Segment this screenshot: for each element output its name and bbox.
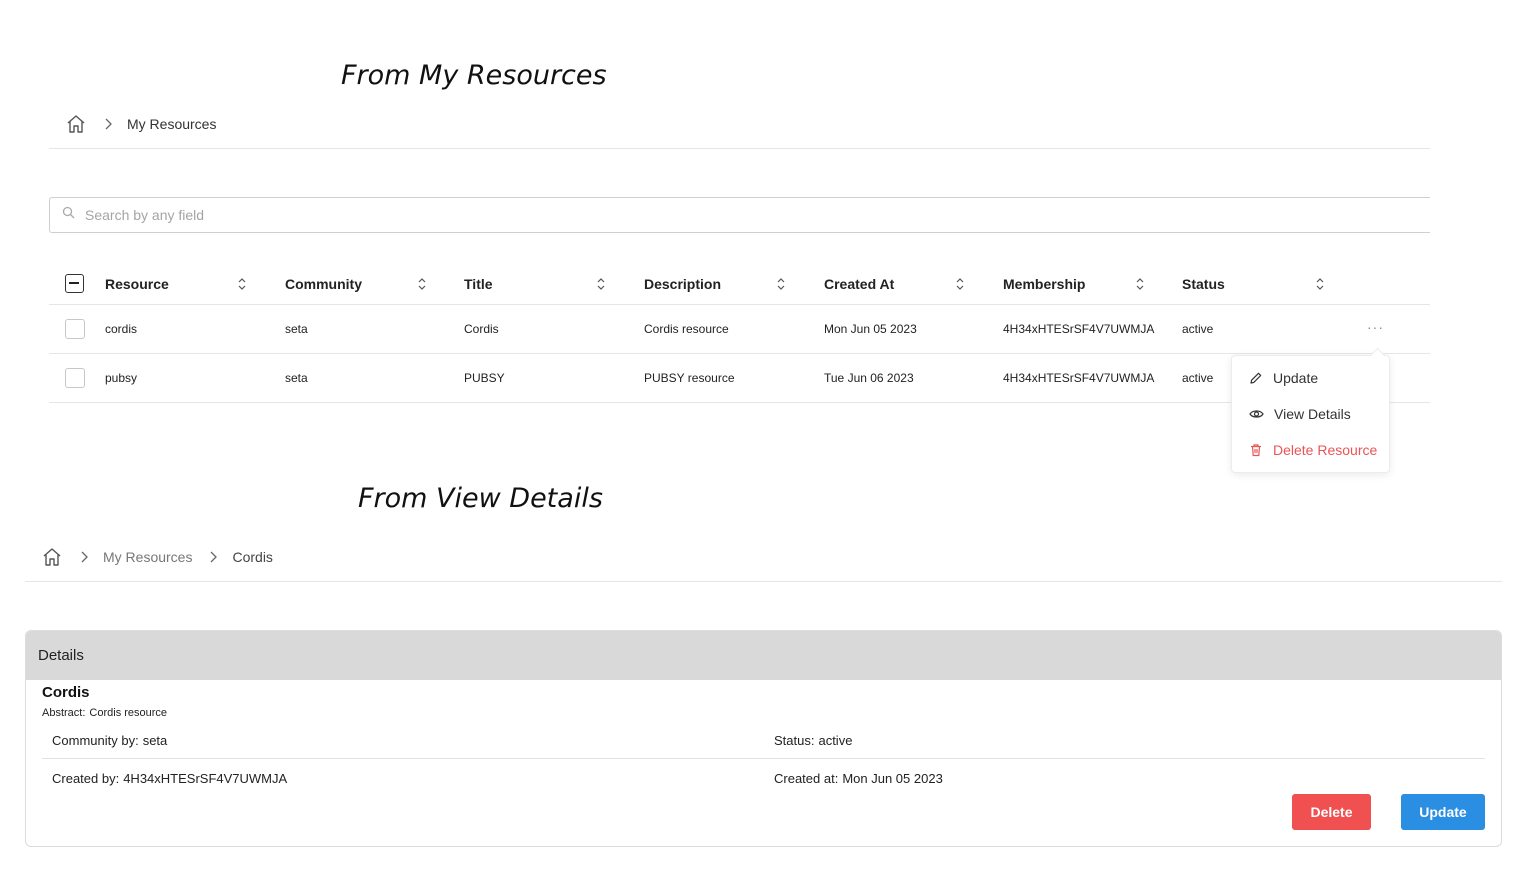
community-label: Community by: <box>52 733 139 748</box>
section-heading-view-details: From View Details <box>358 483 603 514</box>
update-button[interactable]: Update <box>1401 794 1485 830</box>
chevron-right-icon <box>101 117 115 131</box>
cell-community: seta <box>285 322 308 336</box>
created-by-field: Created by: 4H34xHTESrSF4V7UWMJA <box>52 760 287 796</box>
sort-icon[interactable] <box>596 277 606 291</box>
sort-icon[interactable] <box>1135 277 1145 291</box>
detail-row: Community by: seta Status: active <box>42 723 1485 759</box>
status-value: active <box>818 733 853 748</box>
row-actions-menu: Update View Details Delete Resource <box>1231 355 1390 473</box>
table-row[interactable]: cordis seta Cordis Cordis resource Mon J… <box>49 305 1430 354</box>
home-icon[interactable] <box>65 113 87 135</box>
delete-button[interactable]: Delete <box>1292 794 1371 830</box>
column-header-community[interactable]: Community <box>285 264 362 304</box>
created-by-value: 4H34xHTESrSF4V7UWMJA <box>123 770 288 786</box>
column-header-membership[interactable]: Membership <box>1003 264 1085 304</box>
row-checkbox[interactable] <box>65 319 85 339</box>
cell-membership: 4H34xHTESrSF4V7UWMJA <box>1003 371 1155 385</box>
search-input[interactable] <box>85 207 685 223</box>
sort-icon[interactable] <box>237 277 247 291</box>
resources-table: Resource Community Title Description Cre… <box>49 264 1430 403</box>
cell-resource: pubsy <box>105 371 138 385</box>
column-header-created-at[interactable]: Created At <box>824 264 894 304</box>
community-value: seta <box>142 733 168 748</box>
created-at-field: Created at: Mon Jun 05 2023 <box>774 760 943 796</box>
created-at-label: Created at: <box>774 770 839 786</box>
cell-resource: cordis <box>105 322 138 336</box>
cell-status: active <box>1182 371 1214 385</box>
cell-description: PUBSY resource <box>644 371 735 385</box>
cell-title: Cordis <box>464 322 499 336</box>
divider <box>49 148 1430 149</box>
breadcrumb-item-my-resources[interactable]: My Resources <box>127 116 216 132</box>
column-header-resource[interactable]: Resource <box>105 264 169 304</box>
created-by-label: Created by: <box>52 770 120 786</box>
menu-item-delete-resource-label: Delete Resource <box>1273 442 1378 458</box>
search-icon <box>62 206 75 224</box>
column-header-title[interactable]: Title <box>464 264 493 304</box>
created-at-value: Mon Jun 05 2023 <box>842 770 943 786</box>
column-header-status[interactable]: Status <box>1182 264 1225 304</box>
resource-abstract: Abstract: Cordis resource <box>42 707 167 719</box>
chevron-right-icon <box>206 550 220 564</box>
cell-created-at: Tue Jun 06 2023 <box>824 371 914 385</box>
resource-title: Cordis <box>42 684 90 701</box>
menu-item-view-details-label: View Details <box>1274 406 1351 422</box>
card-header: Details <box>26 631 1501 680</box>
abstract-label: Abstract: <box>42 707 86 719</box>
section-heading-my-resources: From My Resources <box>341 60 607 91</box>
cell-created-at: Mon Jun 05 2023 <box>824 322 917 336</box>
row-checkbox[interactable] <box>65 368 85 388</box>
search-bar[interactable] <box>49 197 1430 233</box>
table-header-row: Resource Community Title Description Cre… <box>49 264 1430 305</box>
pencil-icon <box>1250 372 1262 384</box>
cell-status: active <box>1182 322 1214 336</box>
abstract-value: Cordis resource <box>89 707 168 719</box>
sort-icon[interactable] <box>776 277 786 291</box>
status-label: Status: <box>774 733 815 748</box>
menu-item-view-details[interactable]: View Details <box>1249 406 1351 422</box>
menu-item-update[interactable]: Update <box>1249 370 1318 386</box>
trash-icon <box>1251 444 1261 457</box>
sort-icon[interactable] <box>1315 277 1325 291</box>
breadcrumb-item-my-resources[interactable]: My Resources <box>103 549 192 565</box>
details-card: Details Cordis Abstract: Cordis resource… <box>25 630 1502 847</box>
cell-community: seta <box>285 371 308 385</box>
breadcrumb: My Resources Cordis <box>41 546 273 568</box>
sort-icon[interactable] <box>417 277 427 291</box>
home-icon[interactable] <box>41 546 63 568</box>
breadcrumb: My Resources <box>65 113 216 135</box>
divider <box>25 581 1502 582</box>
more-dots-icon[interactable]: ··· <box>1367 319 1384 335</box>
cell-membership: 4H34xHTESrSF4V7UWMJA <box>1003 322 1155 336</box>
column-header-description[interactable]: Description <box>644 264 721 304</box>
detail-row: Created by: 4H34xHTESrSF4V7UWMJA Created… <box>42 760 1485 796</box>
cell-title: PUBSY <box>464 371 505 385</box>
cell-description: Cordis resource <box>644 322 729 336</box>
table-row[interactable]: pubsy seta PUBSY PUBSY resource Tue Jun … <box>49 354 1430 403</box>
chevron-right-icon <box>77 550 91 564</box>
menu-item-update-label: Update <box>1273 370 1319 386</box>
breadcrumb-item-cordis: Cordis <box>232 549 273 565</box>
sort-icon[interactable] <box>955 277 965 291</box>
menu-item-delete-resource[interactable]: Delete Resource <box>1249 442 1377 458</box>
select-all-checkbox[interactable] <box>65 274 84 293</box>
status-field: Status: active <box>774 723 852 758</box>
eye-icon <box>1249 410 1264 418</box>
community-field: Community by: seta <box>52 723 167 758</box>
